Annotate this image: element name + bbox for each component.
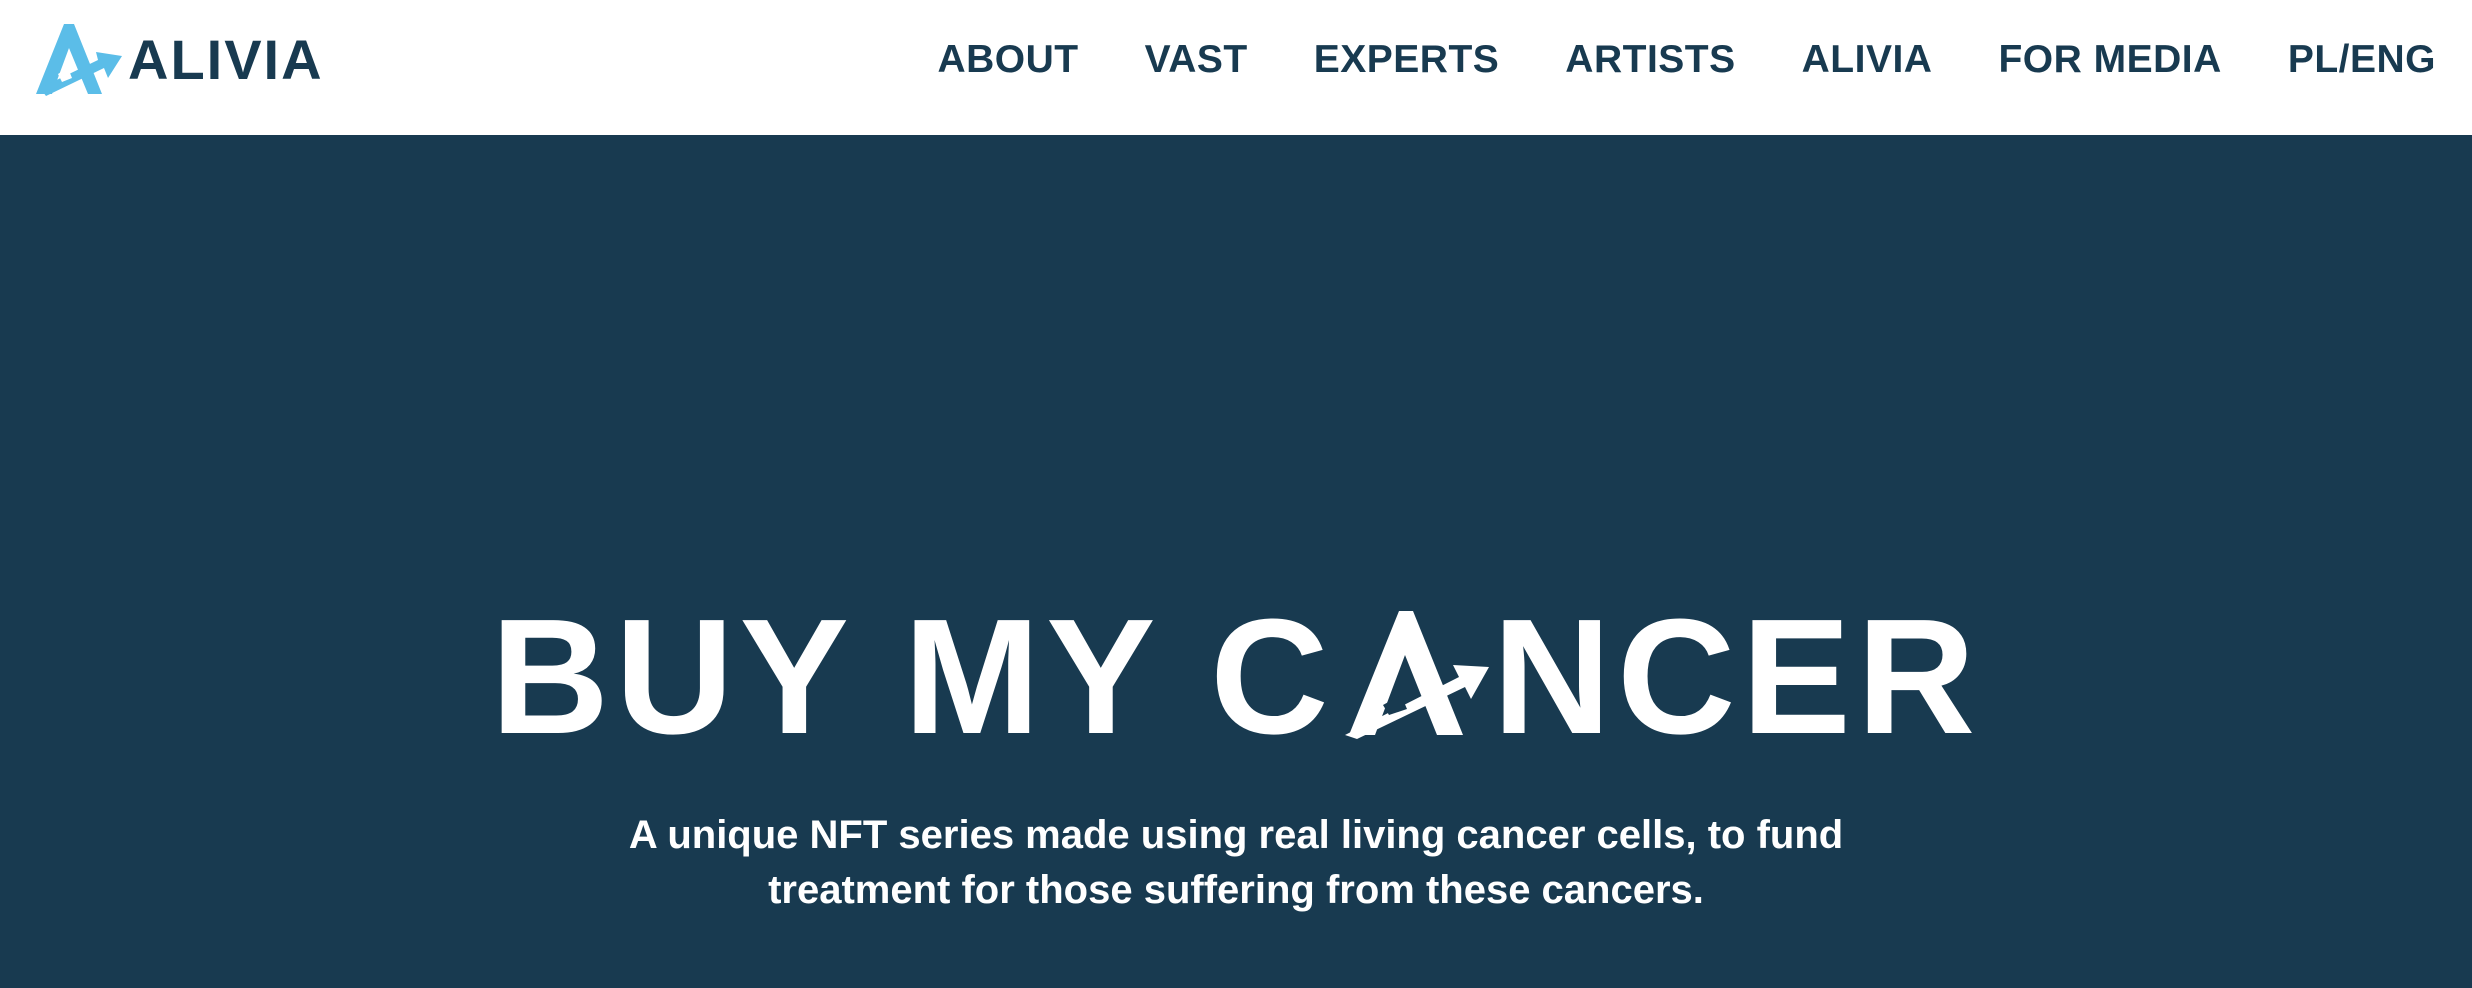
hero-section: BUY MY C NCER A unique NFT series made u… — [0, 135, 2472, 988]
nav-link-experts[interactable]: EXPERTS — [1314, 36, 1500, 84]
logo-wordmark: ALIVIA — [128, 28, 324, 91]
arrow-a-logo-icon — [36, 24, 122, 96]
nav-link-about[interactable]: ABOUT — [937, 36, 1078, 84]
nav-link-vast[interactable]: VAST — [1145, 36, 1248, 84]
nav-link-for-media[interactable]: FOR MEDIA — [1998, 36, 2221, 84]
hero-title: BUY MY C NCER — [0, 595, 2472, 759]
hero-title-end: NCER — [1492, 585, 1982, 768]
hero-title-start: BUY MY C — [490, 585, 1335, 768]
language-switch[interactable]: PL/ENG — [2288, 36, 2436, 84]
main-nav: ABOUT VAST EXPERTS ARTISTS ALIVIA FOR ME… — [937, 0, 2436, 120]
arrow-a-letter-icon — [1344, 611, 1489, 739]
hero-subtitle: A unique NFT series made using real livi… — [628, 813, 1844, 912]
nav-link-artists[interactable]: ARTISTS — [1565, 36, 1735, 84]
site-header: ALIVIA ABOUT VAST EXPERTS ARTISTS ALIVIA… — [0, 0, 2472, 135]
nav-link-alivia[interactable]: ALIVIA — [1802, 36, 1933, 84]
alivia-logo[interactable]: ALIVIA — [34, 22, 324, 98]
